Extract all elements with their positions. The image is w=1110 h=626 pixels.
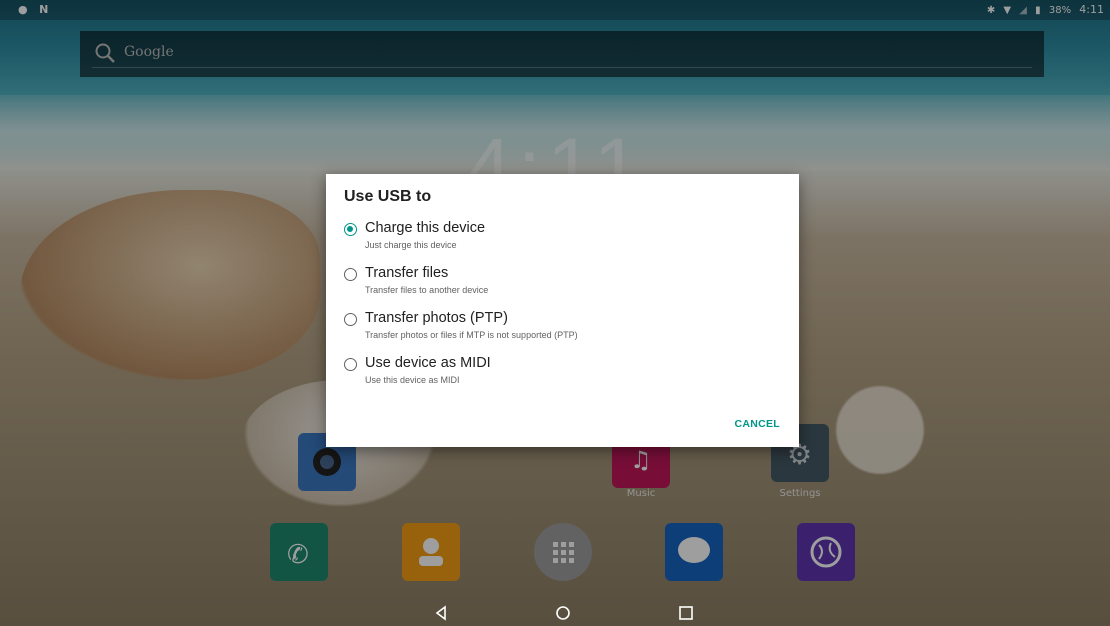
radio-unselected-icon[interactable] bbox=[344, 358, 357, 371]
home-icon[interactable] bbox=[552, 602, 574, 624]
radio-unselected-icon[interactable] bbox=[344, 313, 357, 326]
option-subtitle: Just charge this device bbox=[365, 240, 457, 250]
option-subtitle: Use this device as MIDI bbox=[365, 375, 460, 385]
cancel-button[interactable]: CANCEL bbox=[734, 418, 780, 430]
radio-selected-icon[interactable] bbox=[344, 223, 357, 236]
radio-unselected-icon[interactable] bbox=[344, 268, 357, 281]
option-subtitle: Transfer files to another device bbox=[365, 285, 489, 295]
recents-icon[interactable] bbox=[675, 602, 697, 624]
navigation-bar bbox=[0, 598, 1110, 626]
dialog-title: Use USB to bbox=[344, 188, 432, 205]
option-subtitle: Transfer photos or files if MTP is not s… bbox=[365, 330, 578, 340]
option-title: Use device as MIDI bbox=[365, 355, 491, 371]
back-icon[interactable] bbox=[430, 602, 452, 624]
option-title: Transfer files bbox=[365, 265, 449, 281]
option-title: Transfer photos (PTP) bbox=[365, 310, 508, 326]
usb-options-dialog: Use USB to Charge this device Just charg… bbox=[326, 174, 799, 447]
option-title: Charge this device bbox=[365, 220, 486, 236]
